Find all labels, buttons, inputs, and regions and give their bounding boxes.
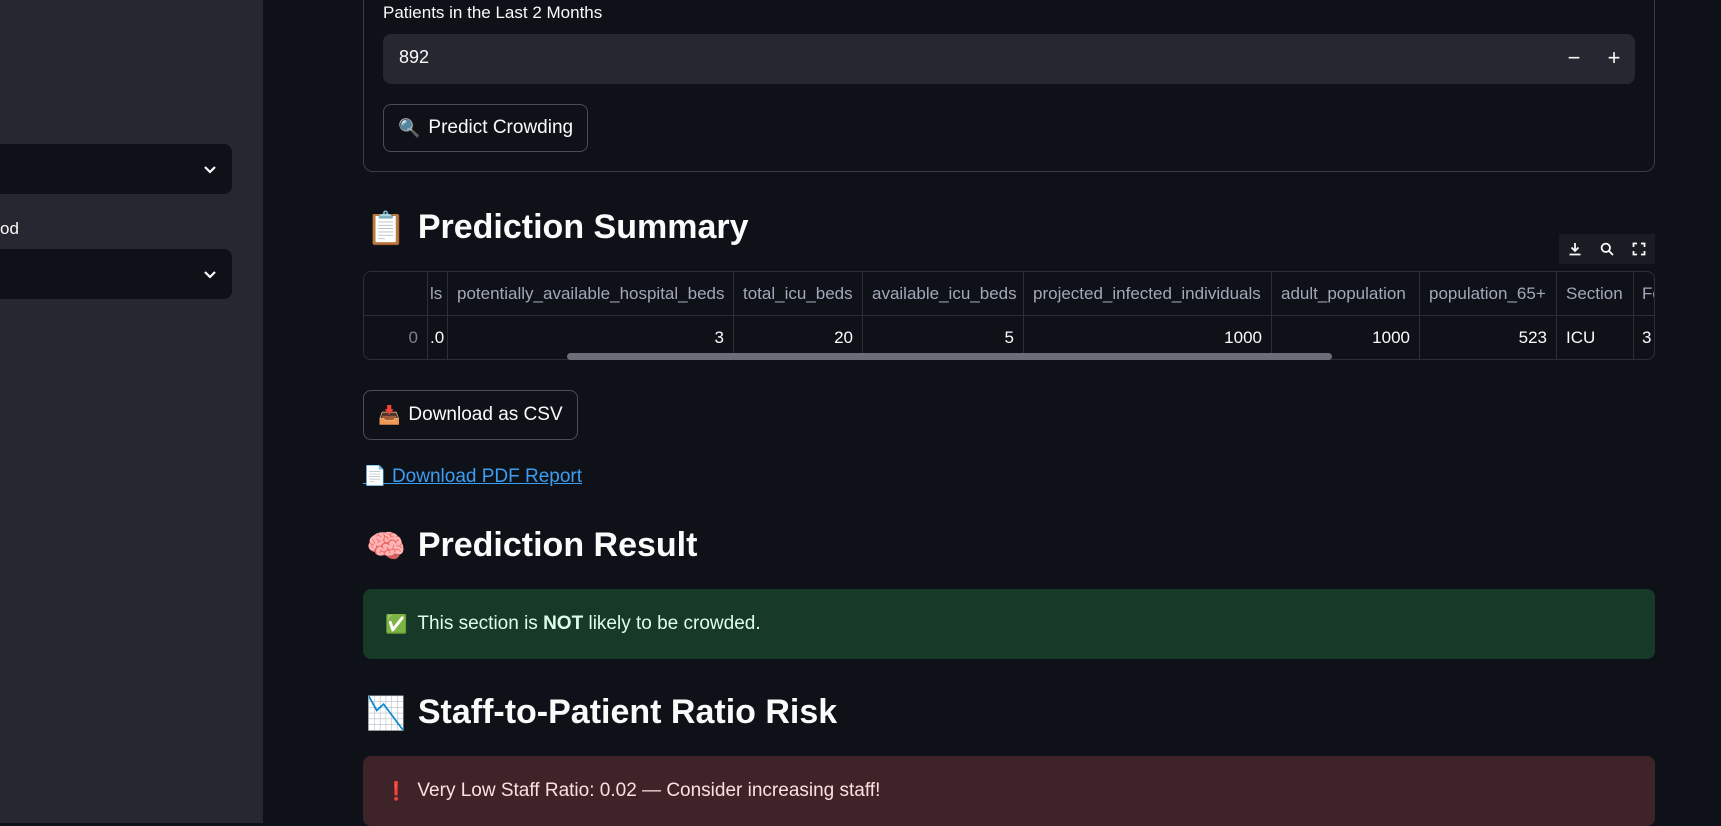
download-pdf-label: Download PDF Report bbox=[391, 466, 583, 487]
patients-number-input[interactable]: 892 − + bbox=[383, 34, 1635, 84]
table-toolbar bbox=[1559, 234, 1655, 264]
summary-table[interactable]: ls potentially_available_hospital_beds t… bbox=[363, 271, 1655, 360]
error-message: Very Low Staff Ratio: 0.02 — Consider in… bbox=[417, 780, 881, 801]
fullscreen-icon[interactable] bbox=[1623, 234, 1655, 264]
increment-button[interactable]: + bbox=[1597, 42, 1631, 76]
success-message-end: likely to be crowded. bbox=[583, 613, 761, 634]
prediction-summary-heading: 📋 Prediction Summary bbox=[366, 208, 749, 247]
main-content: Patients in the Last 2 Months 892 − + 🔍 … bbox=[0, 0, 1721, 826]
table-cell[interactable]: 3 bbox=[1634, 316, 1654, 359]
prediction-result-heading: 🧠 Prediction Result bbox=[366, 526, 697, 565]
download-pdf-link[interactable]: 📄 Download PDF Report bbox=[363, 464, 582, 488]
page-icon: 📄 bbox=[363, 466, 387, 487]
check-mark-icon: ✅ bbox=[385, 613, 408, 634]
chart-decreasing-icon: 📉 bbox=[366, 694, 406, 731]
table-cell[interactable]: .0 bbox=[428, 316, 448, 359]
search-icon[interactable] bbox=[1591, 234, 1623, 264]
magnifier-icon: 🔍 bbox=[398, 117, 421, 138]
inbox-tray-icon: 📥 bbox=[378, 404, 401, 425]
column-header[interactable]: adult_population bbox=[1272, 272, 1420, 316]
exclamation-icon: ❗ bbox=[385, 780, 408, 801]
download-icon[interactable] bbox=[1559, 234, 1591, 264]
column-header[interactable]: population_65+ bbox=[1420, 272, 1557, 316]
predict-crowding-label: Predict Crowding bbox=[428, 117, 574, 138]
success-alert: ✅ This section is NOT likely to be crowd… bbox=[363, 589, 1655, 659]
success-message-start: This section is bbox=[417, 613, 544, 634]
table-cell[interactable]: 523 bbox=[1420, 316, 1557, 359]
index-header bbox=[364, 272, 428, 316]
success-message: This section is NOT likely to be crowded… bbox=[417, 613, 760, 635]
predict-crowding-button[interactable]: 🔍 Predict Crowding bbox=[383, 104, 589, 152]
clipboard-icon: 📋 bbox=[366, 209, 406, 246]
table-horizontal-scrollbar[interactable] bbox=[567, 353, 1332, 360]
prediction-result-title: Prediction Result bbox=[417, 526, 698, 564]
download-csv-label: Download as CSV bbox=[408, 404, 563, 425]
patients-value[interactable]: 892 bbox=[399, 47, 429, 68]
brain-icon: 🧠 bbox=[366, 527, 406, 564]
row-index: 0 bbox=[364, 316, 428, 359]
column-header[interactable]: potentially_available_hospital_beds bbox=[448, 272, 734, 316]
staff-ratio-title: Staff-to-Patient Ratio Risk bbox=[417, 693, 838, 731]
download-csv-button[interactable]: 📥 Download as CSV bbox=[363, 390, 578, 440]
column-header[interactable]: Section bbox=[1557, 272, 1634, 316]
staff-ratio-heading: 📉 Staff-to-Patient Ratio Risk bbox=[366, 693, 837, 732]
patients-label: Patients in the Last 2 Months bbox=[383, 3, 603, 22]
decrement-button[interactable]: − bbox=[1557, 42, 1591, 76]
error-alert: ❗ Very Low Staff Ratio: 0.02 — Consider … bbox=[363, 756, 1655, 826]
column-header[interactable]: Fo bbox=[1634, 272, 1654, 316]
column-header[interactable]: available_icu_beds bbox=[863, 272, 1024, 316]
column-header[interactable]: projected_infected_individuals bbox=[1024, 272, 1272, 316]
column-header[interactable]: total_icu_beds bbox=[734, 272, 863, 316]
success-message-emphasis: NOT bbox=[543, 613, 584, 634]
column-header[interactable]: ls bbox=[428, 272, 448, 316]
prediction-summary-title: Prediction Summary bbox=[417, 208, 749, 246]
table-cell[interactable]: ICU bbox=[1557, 316, 1634, 359]
